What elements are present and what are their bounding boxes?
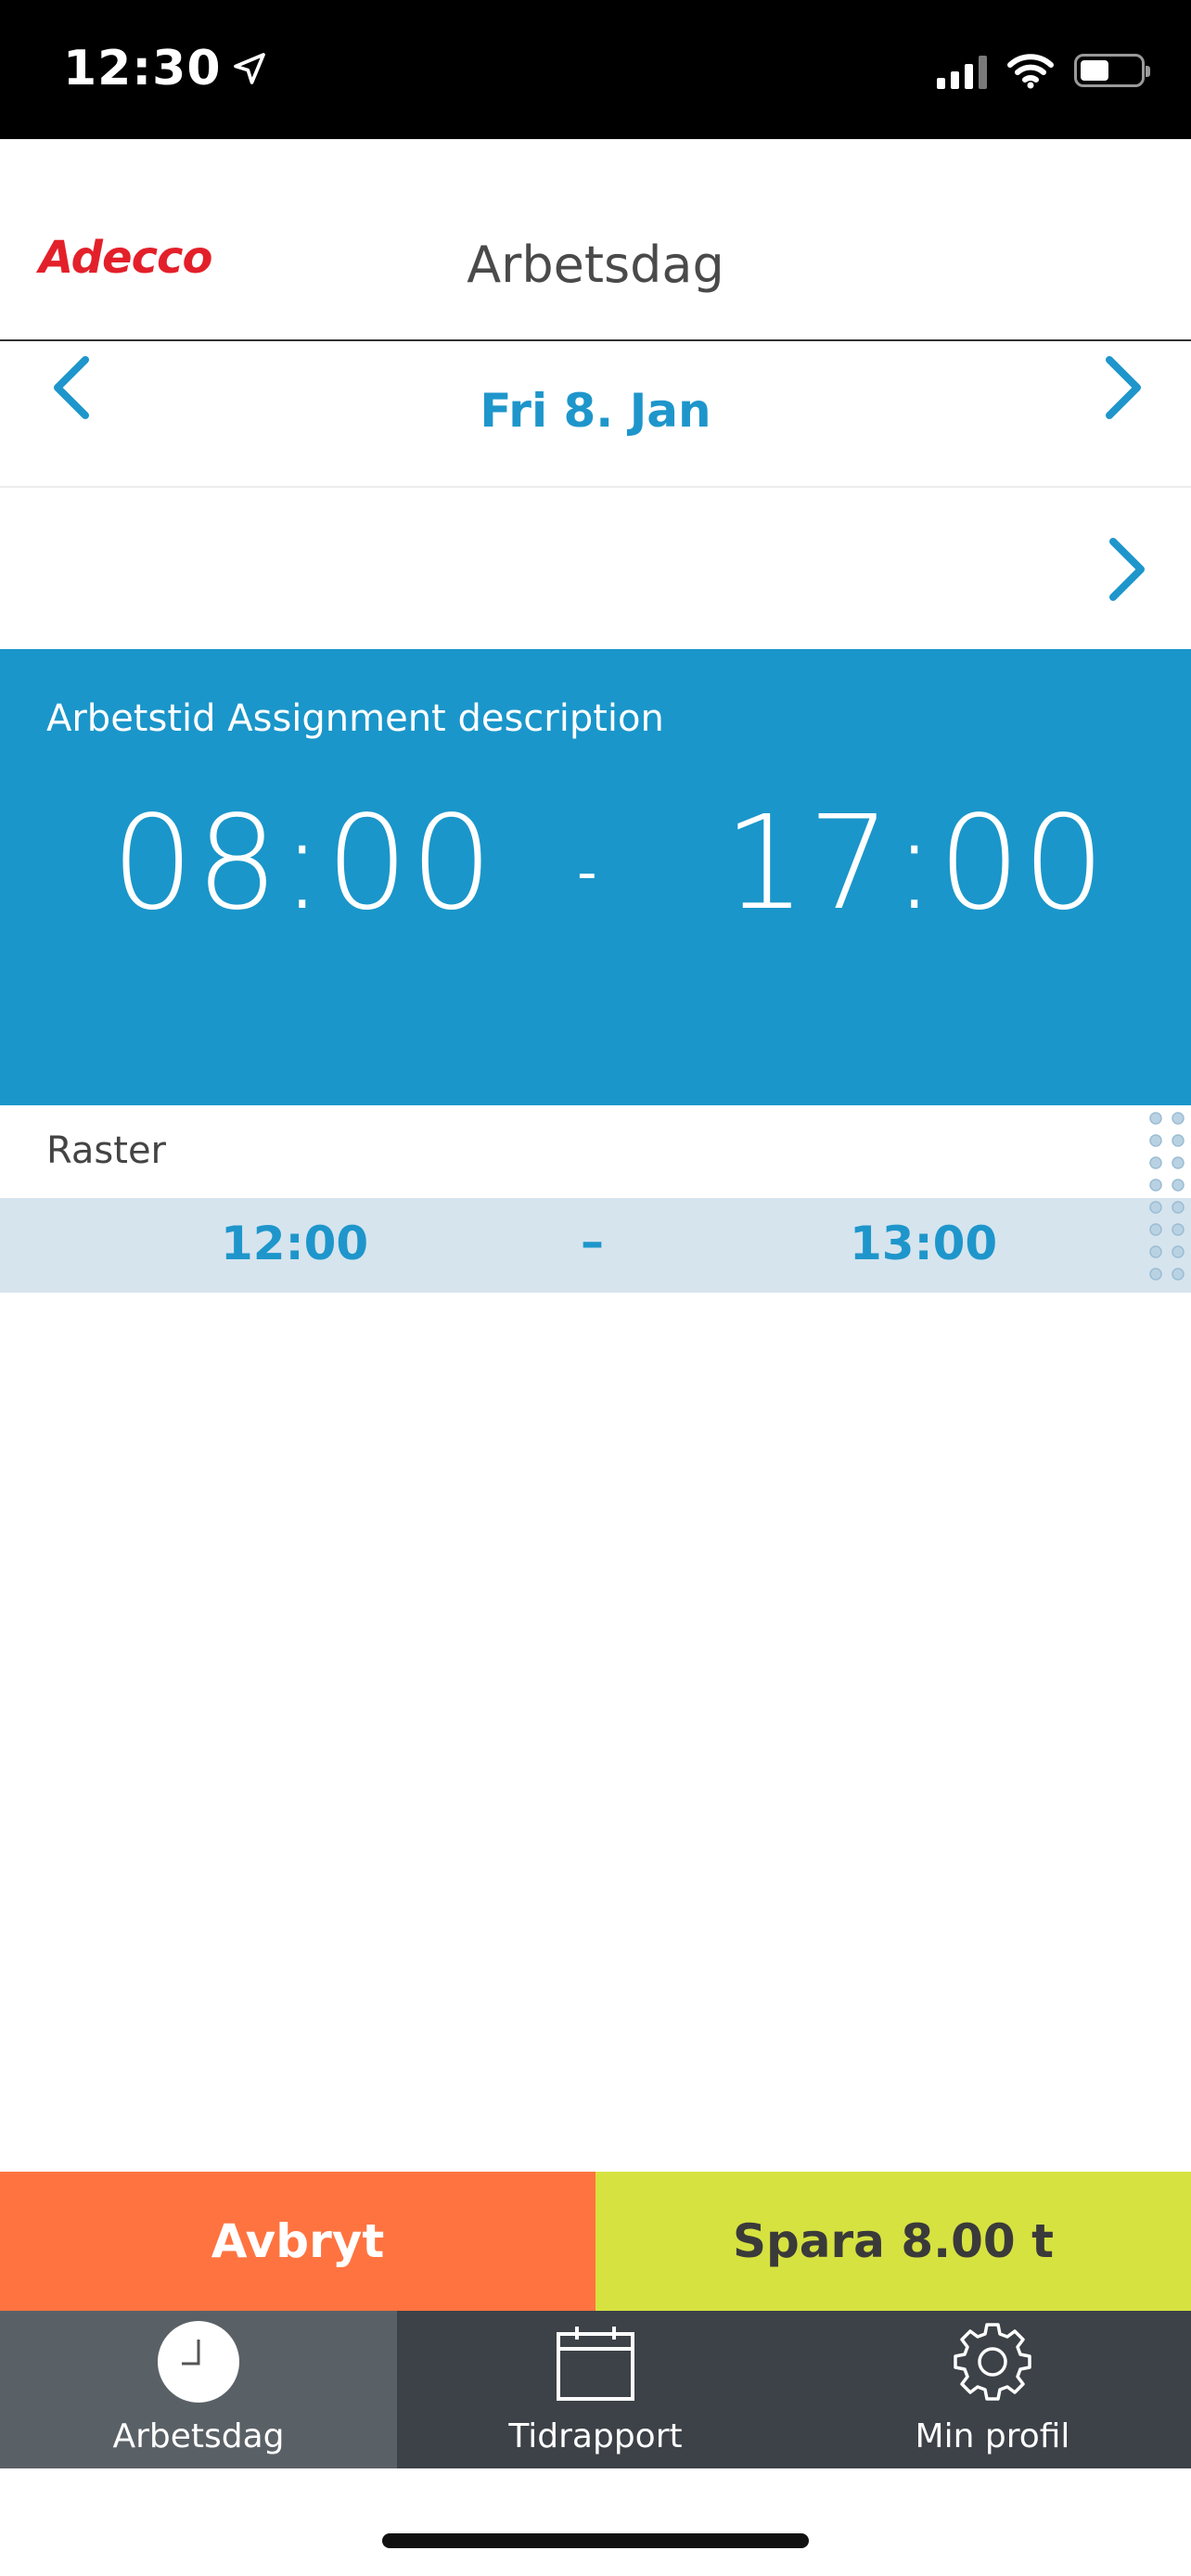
assignment-selector[interactable] <box>0 488 1191 649</box>
break-separator: – <box>581 1215 604 1269</box>
break-end-time[interactable]: 13:00 <box>850 1217 997 1270</box>
date-navigator: Fri 8. Jan <box>0 341 1191 488</box>
status-time: 12:30 <box>63 41 268 96</box>
clock-icon <box>158 2321 239 2403</box>
chevron-right-icon <box>1109 538 1145 601</box>
cancel-button[interactable]: Avbryt <box>0 2172 596 2311</box>
home-indicator[interactable] <box>382 2533 809 2548</box>
tab-bar: Arbetsdag Tidrapport Min profil <box>0 2311 1191 2468</box>
work-time-label: Arbetstid Assignment description <box>46 697 664 740</box>
work-end-time[interactable]: 17:00 <box>724 788 1107 939</box>
app-header: Adecco Arbetsdag <box>0 139 1191 341</box>
wifi-icon <box>1007 54 1054 89</box>
tab-arbetsdag[interactable]: Arbetsdag <box>0 2311 397 2468</box>
tab-tidrapport[interactable]: Tidrapport <box>397 2311 794 2468</box>
tab-label: Tidrapport <box>508 2417 683 2455</box>
page-title: Arbetsdag <box>467 236 724 294</box>
gear-icon <box>954 2323 1031 2401</box>
drag-handle-icon[interactable] <box>1143 1109 1191 1294</box>
chevron-right-icon <box>1106 356 1141 419</box>
signal-icon <box>937 52 987 89</box>
status-bar: 12:30 <box>0 0 1191 139</box>
tab-label: Arbetsdag <box>112 2417 285 2455</box>
break-label: Raster <box>46 1129 167 1172</box>
tab-min-profil[interactable]: Min profil <box>794 2311 1191 2468</box>
break-start-time[interactable]: 12:00 <box>221 1217 368 1270</box>
work-start-time[interactable]: 08:00 <box>111 788 494 939</box>
work-time-panel: Arbetstid Assignment description 08:00 -… <box>0 649 1191 1105</box>
break-row[interactable]: 12:00 – 13:00 <box>0 1198 1191 1293</box>
work-time-separator: - <box>577 840 597 905</box>
status-time-text: 12:30 <box>63 41 222 96</box>
tab-label: Min profil <box>915 2417 1070 2455</box>
next-day-button[interactable] <box>1083 345 1158 438</box>
save-button[interactable]: Spara 8.00 t <box>596 2172 1191 2311</box>
battery-icon <box>1074 54 1150 87</box>
location-arrow-icon <box>233 53 265 84</box>
calendar-icon <box>557 2327 634 2401</box>
current-date: Fri 8. Jan <box>480 384 711 438</box>
status-indicators <box>937 52 1150 89</box>
